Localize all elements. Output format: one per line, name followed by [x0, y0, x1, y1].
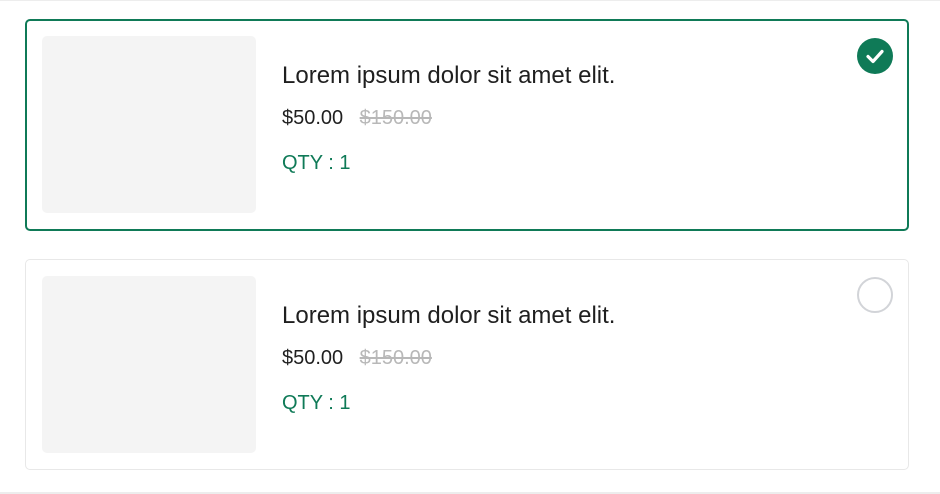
product-image-placeholder — [42, 36, 256, 213]
price-row: $50.00 $150.00 — [282, 104, 615, 134]
product-info: Lorem ipsum dolor sit amet elit. $50.00 … — [282, 58, 615, 177]
product-card-2[interactable]: Lorem ipsum dolor sit amet elit. $50.00 … — [25, 259, 909, 470]
product-info: Lorem ipsum dolor sit amet elit. $50.00 … — [282, 298, 615, 417]
quantity-label: QTY : 1 — [282, 152, 351, 174]
check-circle-icon[interactable] — [857, 38, 893, 74]
current-price: $50.00 — [282, 107, 344, 129]
product-image-placeholder — [42, 276, 256, 453]
product-card-1[interactable]: Lorem ipsum dolor sit amet elit. $50.00 … — [25, 19, 909, 231]
original-price: $150.00 — [359, 107, 432, 129]
quantity-label: QTY : 1 — [282, 392, 351, 414]
original-price: $150.00 — [359, 347, 432, 369]
top-divider — [0, 0, 940, 1]
empty-radio-icon[interactable] — [857, 277, 893, 313]
current-price: $50.00 — [282, 347, 344, 369]
product-title: Lorem ipsum dolor sit amet elit. — [282, 302, 616, 329]
price-row: $50.00 $150.00 — [282, 344, 615, 374]
product-title: Lorem ipsum dolor sit amet elit. — [282, 62, 616, 89]
